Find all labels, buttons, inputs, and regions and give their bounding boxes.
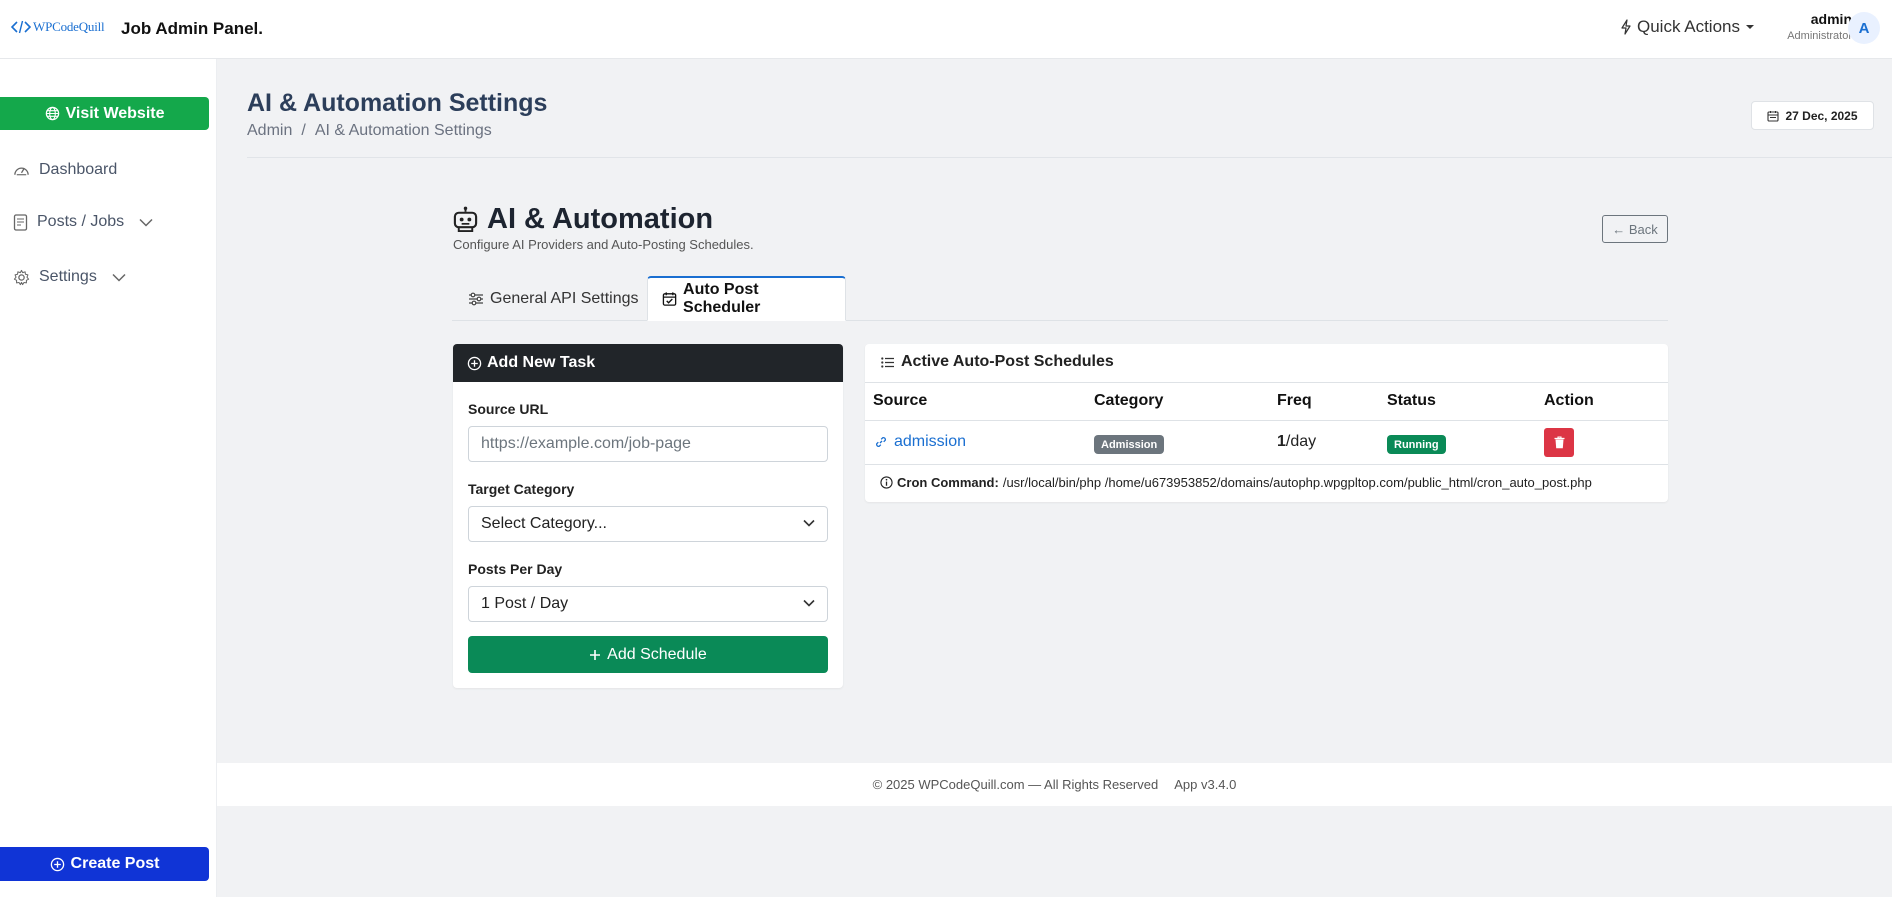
user-role: Administrator [1787,30,1852,42]
trash-icon [1554,436,1564,449]
section-subtitle: Configure AI Providers and Auto-Posting … [453,237,754,252]
column-action: Action [1544,392,1594,409]
quick-actions-dropdown[interactable]: Quick Actions [1620,17,1755,37]
robot-icon [453,206,478,233]
breadcrumb-admin[interactable]: Admin [247,122,292,140]
source-name: admission [894,433,967,450]
footer-copyright: © 2025 WPCodeQuill.com — All Rights Rese… [872,777,1159,792]
add-task-header: Add New Task [453,344,843,382]
list-icon [881,356,894,368]
add-schedule-label: Add Schedule [607,645,707,663]
date-badge: 27 Dec, 2025 [1751,101,1874,130]
add-task-card: Add New Task Source URL Target Category … [453,344,843,688]
info-icon [880,476,893,489]
table-header: Source Category Freq Status Action [865,382,1668,421]
schedules-card: Active Auto-Post Schedules Source Catego… [865,344,1668,502]
section-title: AI & Automation [452,203,713,236]
frequency: 1/day [1277,433,1316,451]
plus-circle-icon [467,356,482,370]
back-button[interactable]: ← Back [1602,215,1668,243]
document-icon [13,213,28,231]
add-task-title: Add New Task [487,354,596,371]
avatar[interactable]: A [1848,12,1880,44]
footer: © 2025 WPCodeQuill.com — All Rights Rese… [217,763,1892,806]
source-link[interactable]: admission [875,433,966,451]
category-badge: Admission [1094,435,1165,454]
visit-website-label: Visit Website [65,104,165,122]
sidebar: Visit Website Dashboard Posts / Jobs Set… [0,59,217,897]
lightning-icon [1621,19,1631,35]
add-schedule-button[interactable]: Add Schedule [468,636,828,673]
column-category: Category [1094,392,1164,409]
quick-actions-label: Quick Actions [1637,17,1740,36]
tab-general-api-settings[interactable]: General API Settings [454,276,653,321]
delete-schedule-button[interactable] [1544,428,1574,457]
schedules-title: Active Auto-Post Schedules [901,353,1114,370]
footer-version: App v3.4.0 [1174,777,1237,792]
target-category-select[interactable]: Select Category... [468,506,828,542]
table-row: admission Admission 1/day Running [865,421,1668,465]
brand-title: Job Admin Panel. [121,19,264,38]
sidebar-item-settings[interactable]: Settings [13,268,126,286]
sidebar-item-dashboard[interactable]: Dashboard [13,161,117,179]
sidebar-item-label: Posts / Jobs [37,213,125,230]
speedometer-icon [14,167,29,176]
chevron-down-icon [803,519,815,527]
column-source: Source [873,392,928,409]
cron-label: Cron Command: [897,475,999,490]
calendar-check-icon [662,292,677,306]
posts-per-day-value: 1 Post / Day [481,595,569,612]
breadcrumb-current: AI & Automation Settings [314,122,492,139]
globe-icon [45,106,59,121]
chevron-down-icon [139,218,153,227]
source-url-label: Source URL [468,401,549,417]
schedules-header: Active Auto-Post Schedules [881,353,1114,371]
page-title: AI & Automation Settings [247,89,548,117]
column-status: Status [1387,392,1436,409]
user-info[interactable]: admin Administrator [1772,11,1852,42]
posts-per-day-select[interactable]: 1 Post / Day [468,586,828,622]
posts-per-day-label: Posts Per Day [468,561,563,577]
logo[interactable]: WPCodeQuill [11,19,105,35]
top-header: WPCodeQuill Job Admin Panel. Quick Actio… [0,0,1892,59]
cron-value: /usr/local/bin/php /home/u673953852/doma… [1002,475,1592,490]
freq-unit: /day [1285,433,1317,450]
chevron-down-icon [803,599,815,607]
target-category-value: Select Category... [481,515,607,532]
code-icon [11,20,31,34]
source-url-input[interactable] [468,426,828,462]
sidebar-item-posts-jobs[interactable]: Posts / Jobs [13,213,153,231]
visit-website-button[interactable]: Visit Website [0,97,209,130]
sidebar-item-label: Settings [39,268,97,285]
sliders-icon [469,292,483,305]
cron-command: Cron Command: /usr/local/bin/php /home/u… [880,475,1592,490]
caret-down-icon [1746,25,1754,29]
date-text: 27 Dec, 2025 [1785,108,1858,123]
calendar-icon [1767,110,1780,122]
link-icon [876,437,886,447]
create-post-label: Create Post [70,855,160,872]
header-divider [247,157,1892,158]
user-name: admin [1810,11,1852,27]
tab-label: General API Settings [490,289,639,307]
plus-circle-icon [50,857,64,871]
chevron-down-icon [112,273,126,282]
plus-icon [590,649,601,660]
breadcrumb-separator: / [301,122,306,139]
tab-auto-post-scheduler[interactable]: Auto Post Scheduler [647,276,846,321]
sidebar-item-label: Dashboard [39,161,118,178]
tab-label: Auto Post Scheduler [683,281,761,316]
gear-icon [13,269,30,285]
create-post-button[interactable]: Create Post [0,847,209,881]
status-badge: Running [1387,435,1446,454]
column-freq: Freq [1277,392,1312,409]
target-category-label: Target Category [468,481,575,497]
breadcrumb: Admin / AI & Automation Settings [247,122,492,140]
freq-count: 1 [1277,433,1286,450]
section-title-text: AI & Automation [487,203,714,235]
logo-text: WPCodeQuill [33,19,105,34]
